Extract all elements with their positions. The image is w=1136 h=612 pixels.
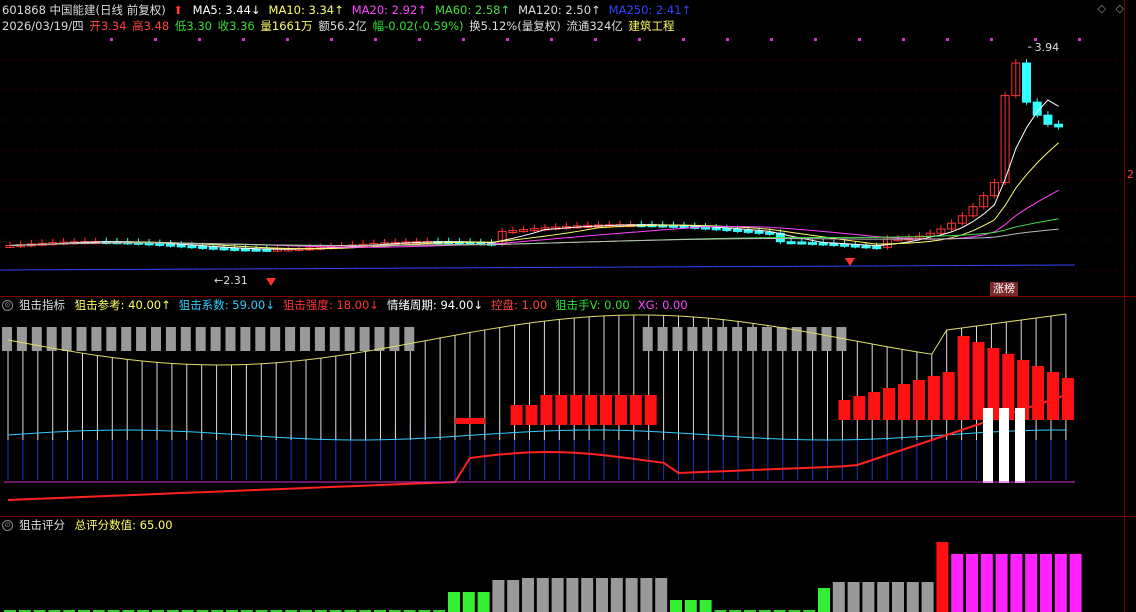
score-bar	[610, 578, 623, 612]
score-bar	[966, 554, 978, 612]
score-bar	[625, 578, 638, 612]
score-bar	[1054, 554, 1067, 612]
score-bar	[995, 554, 1008, 612]
score-bar	[1069, 554, 1082, 612]
score-bar	[699, 600, 712, 612]
score-bar	[832, 582, 845, 612]
score-bar	[492, 580, 505, 612]
score-bar	[477, 592, 490, 612]
score-bar	[581, 578, 594, 612]
score-bar	[670, 600, 682, 612]
score-bar	[551, 578, 564, 612]
indicator2-chart[interactable]	[0, 0, 1136, 612]
score-bar	[877, 582, 890, 612]
score-bar	[507, 580, 520, 612]
score-bar	[921, 582, 934, 612]
score-bar	[522, 578, 534, 612]
score-bar	[951, 554, 964, 612]
score-bar	[906, 582, 919, 612]
right-axis-border	[1124, 0, 1125, 612]
score-bar	[1040, 554, 1052, 612]
score-bar	[847, 582, 860, 612]
score-bar	[536, 578, 549, 612]
score-bar	[640, 578, 653, 612]
score-bar	[1025, 554, 1038, 612]
score-bar	[566, 578, 579, 612]
score-bar	[448, 592, 460, 612]
score-bar	[892, 582, 904, 612]
score-bar	[818, 588, 830, 612]
score-bar	[862, 582, 875, 612]
score-bar	[596, 578, 608, 612]
score-bar	[1010, 554, 1023, 612]
score-bar	[462, 592, 475, 612]
score-bar	[655, 578, 668, 612]
score-bar	[936, 542, 949, 612]
score-bar	[980, 554, 993, 612]
score-bar	[684, 600, 697, 612]
